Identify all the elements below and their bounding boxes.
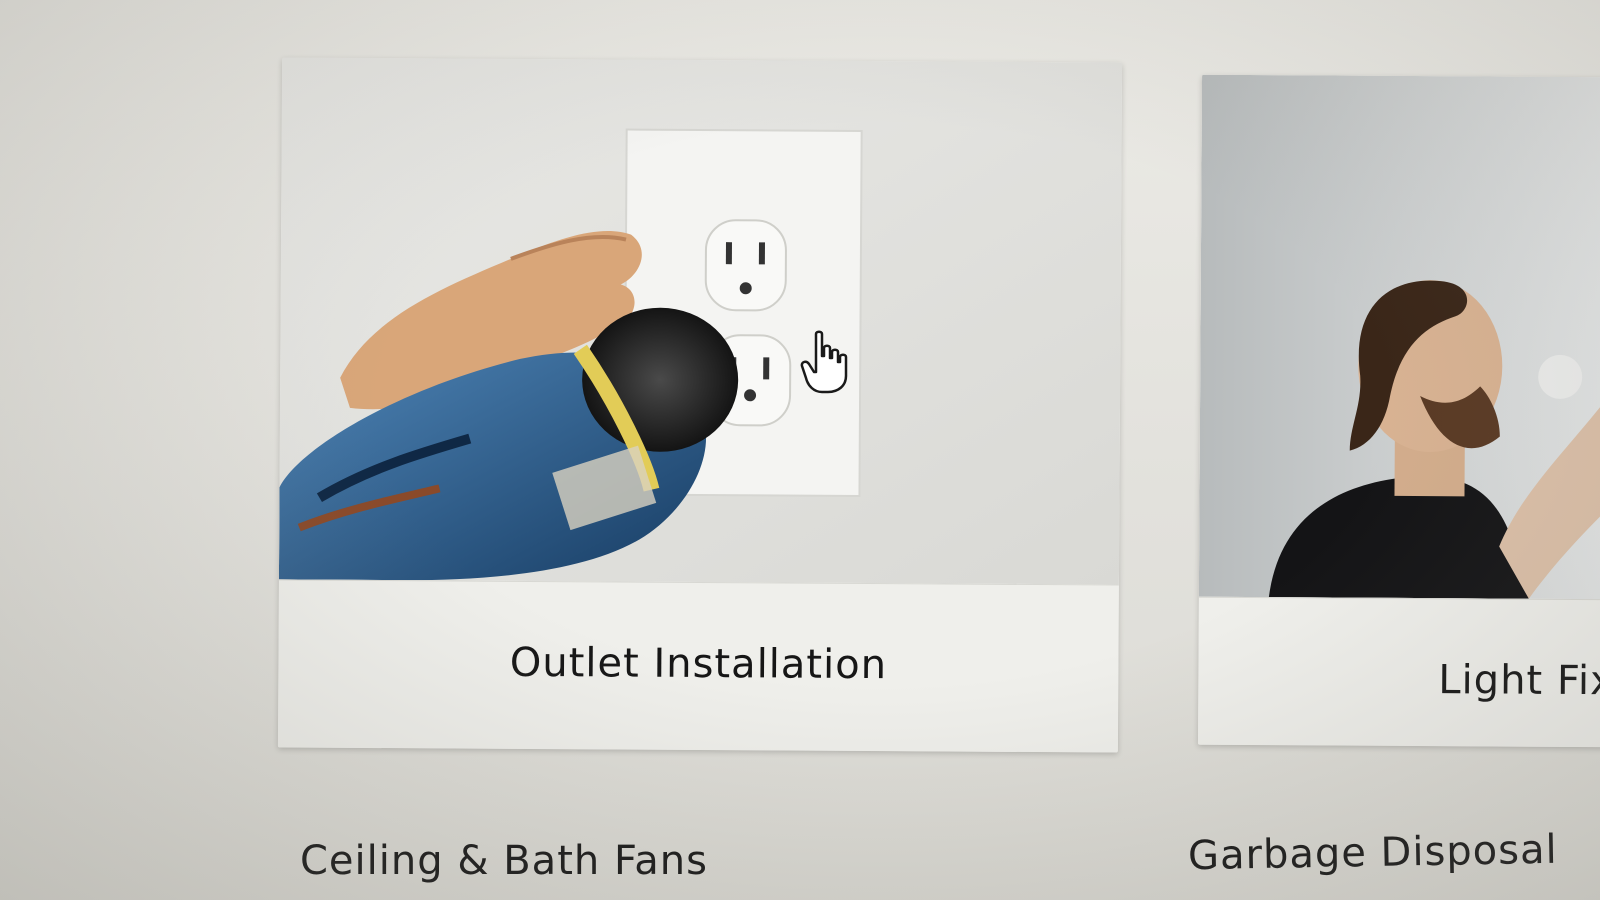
card-title: Outlet Installation xyxy=(509,639,888,689)
services-page: Outlet Installation Light Fix Ceiling & … xyxy=(0,0,1600,900)
outlet-drill-photo xyxy=(278,57,1123,585)
card-label-area: Light Fix xyxy=(1197,596,1600,748)
card-label-area: Outlet Installation xyxy=(277,579,1119,753)
card-title: Light Fix xyxy=(1438,657,1600,705)
service-ceiling-bath-fans-label[interactable]: Ceiling & Bath Fans xyxy=(300,838,708,884)
man-fixing-light-photo xyxy=(1198,74,1600,600)
service-card-outlet-installation[interactable]: Outlet Installation xyxy=(277,57,1123,753)
hand-pointer-icon xyxy=(800,330,848,394)
service-garbage-disposal-label[interactable]: Garbage Disposal xyxy=(1188,827,1558,879)
service-card-light-fixture[interactable]: Light Fix xyxy=(1197,74,1600,748)
